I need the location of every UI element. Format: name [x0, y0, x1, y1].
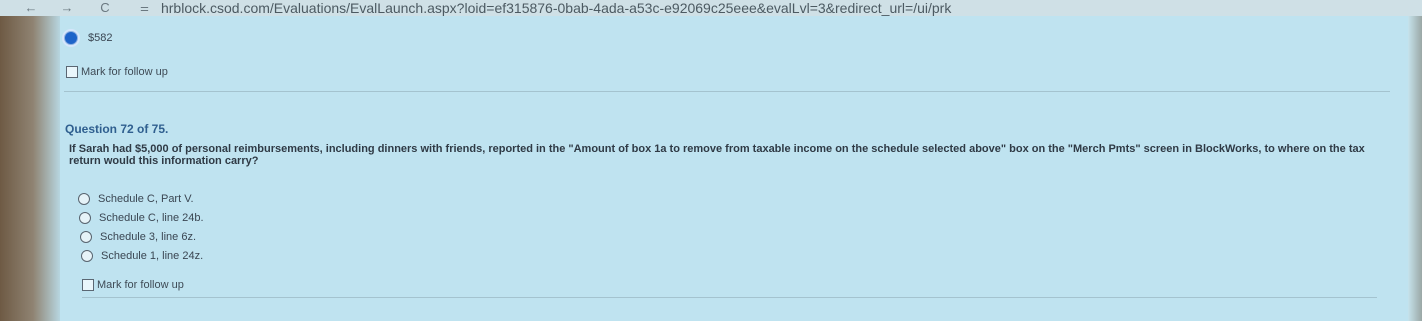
mark-follow-up-current[interactable]: Mark for follow up [82, 279, 184, 291]
browser-toolbar: ← → C ⚌ hrblock.csod.com/Evaluations/Eva… [0, 0, 1422, 16]
reload-icon[interactable]: C [96, 0, 114, 16]
answer-option[interactable]: Schedule C, Part V. [78, 189, 204, 208]
question-divider [64, 91, 1390, 92]
answer-option[interactable]: Schedule C, line 24b. [79, 208, 204, 227]
screen-bezel-left [0, 16, 60, 321]
back-arrow-icon[interactable]: ← [22, 0, 40, 16]
radio-icon[interactable] [78, 192, 90, 205]
radio-icon[interactable] [79, 211, 91, 224]
question-divider [82, 297, 1377, 298]
mark-follow-up-label: Mark for follow up [81, 66, 168, 78]
previous-answer-option[interactable]: $582 [64, 31, 112, 45]
screen-bezel-right [1408, 16, 1422, 321]
answer-label: Schedule C, Part V. [98, 192, 194, 205]
question-number: Question 72 of 75. [65, 122, 169, 136]
answer-option[interactable]: Schedule 1, line 24z. [81, 246, 204, 265]
answer-label: Schedule 3, line 6z. [100, 230, 197, 243]
radio-icon[interactable] [81, 249, 93, 262]
site-settings-icon[interactable]: ⚌ [140, 3, 149, 14]
mark-follow-up-previous[interactable]: Mark for follow up [66, 66, 168, 78]
forward-arrow-icon[interactable]: → [58, 0, 76, 16]
question-text: If Sarah had $5,000 of personal reimburs… [69, 143, 1365, 167]
mark-follow-up-label: Mark for follow up [97, 279, 184, 291]
checkbox-icon[interactable] [66, 66, 78, 78]
assessment-content: $582 Mark for follow up Question 72 of 7… [60, 16, 1408, 321]
checkbox-icon[interactable] [82, 279, 94, 291]
answer-label: Schedule 1, line 24z. [101, 249, 204, 262]
previous-answer-label: $582 [88, 32, 113, 44]
answer-label: Schedule C, line 24b. [99, 211, 204, 224]
answer-options: Schedule C, Part V. Schedule C, line 24b… [78, 189, 204, 265]
answer-option[interactable]: Schedule 3, line 6z. [80, 227, 204, 246]
radio-selected-icon[interactable] [64, 31, 78, 45]
address-bar[interactable]: hrblock.csod.com/Evaluations/EvalLaunch.… [161, 0, 951, 16]
radio-icon[interactable] [80, 230, 92, 243]
